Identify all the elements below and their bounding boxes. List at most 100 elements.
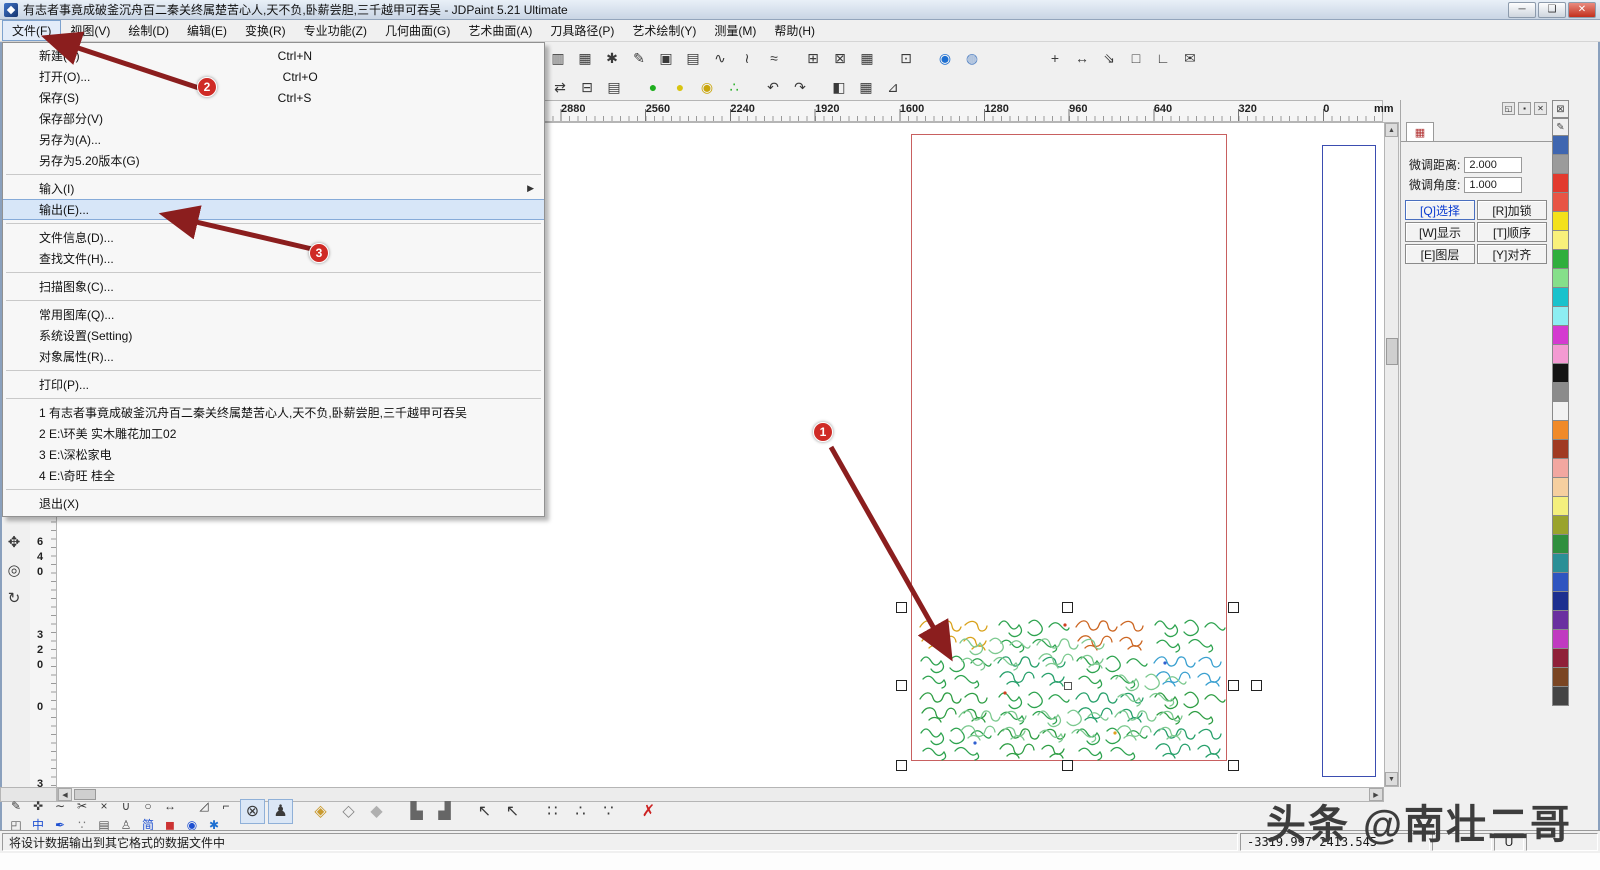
redo-view-icon[interactable]: ↷ (788, 75, 812, 99)
align-steps-left-icon[interactable]: ▙ (404, 799, 429, 824)
file-menu-object-properties[interactable]: 对象属性(R)... (3, 346, 544, 367)
measure-ruler-icon[interactable]: ⊿ (881, 75, 905, 99)
palette-color-swatch[interactable] (1552, 649, 1569, 668)
scroll-up-icon[interactable]: ▲ (1385, 123, 1398, 137)
file-menu-item[interactable] (6, 223, 541, 224)
palette-color-swatch[interactable] (1552, 630, 1569, 649)
palette-color-swatch[interactable] (1552, 611, 1569, 630)
palette-color-swatch[interactable] (1552, 136, 1569, 155)
file-menu-save-as[interactable]: 另存为(A)... (3, 129, 544, 150)
menubar-item-toolpath[interactable]: 刀具路径(P) (541, 20, 623, 41)
scissors-icon[interactable]: ✂ (72, 797, 92, 814)
diamond-outline-icon[interactable]: ◇ (336, 799, 361, 824)
file-menu-item[interactable] (6, 174, 541, 175)
pick-arrow-plus-icon[interactable]: ↖ (500, 799, 525, 824)
selection-handle[interactable] (1062, 760, 1073, 771)
wave-tool-icon[interactable]: ≈ (762, 46, 786, 70)
dock-pin-icon[interactable]: ▪ (1518, 102, 1531, 115)
reverse-curve-icon[interactable]: ↔ (160, 797, 180, 814)
overlay-cells-icon[interactable]: ⊡ (894, 46, 918, 70)
delete-red-icon[interactable]: ✗ (636, 799, 661, 824)
palette-color-swatch[interactable] (1552, 288, 1569, 307)
smooth-curve-icon[interactable]: ∼ (50, 797, 70, 814)
dock-close-icon[interactable]: ✕ (1534, 102, 1547, 115)
file-menu-print[interactable]: 打印(P)... (3, 374, 544, 395)
menubar-item-edit[interactable]: 编辑(E) (178, 20, 236, 41)
align-button[interactable]: [Y]对齐 (1477, 244, 1547, 264)
pick-arrow-icon[interactable]: ↖ (472, 799, 497, 824)
menubar-item-measure[interactable]: 测量(M) (705, 20, 765, 41)
spiral-tool-icon[interactable]: ≀ (735, 46, 759, 70)
mesh-grid-icon[interactable]: ▤ (681, 46, 705, 70)
file-menu-file-info[interactable]: 文件信息(D)... (3, 227, 544, 248)
snap-corner-icon[interactable]: ⇘ (1097, 46, 1121, 70)
file-menu-open[interactable]: 打开(O)... Ctrl+O (3, 66, 544, 87)
file-menu-item[interactable] (6, 300, 541, 301)
palette-color-swatch[interactable] (1552, 383, 1569, 402)
pattern-tool-icon[interactable]: ▥ (546, 46, 570, 70)
file-menu-save-as-520[interactable]: 另存为5.20版本(G) (3, 150, 544, 171)
angle-tool-icon[interactable]: ∟ (1151, 46, 1175, 70)
pan-tool-icon[interactable]: ✥ (2, 530, 26, 554)
file-menu-import[interactable]: 输入(I) ▶ (3, 178, 544, 199)
align-steps-right-icon[interactable]: ▟ (432, 799, 457, 824)
lock-button[interactable]: [R]加锁 (1477, 200, 1547, 220)
stroke-color-icon[interactable]: ✎ (1552, 118, 1569, 136)
palette-color-swatch[interactable] (1552, 307, 1569, 326)
file-menu-recent-1[interactable]: 1 有志者事竟成破釜沉舟百二秦关终属楚苦心人,天不负,卧薪尝胆,三千越甲可吞吴 (3, 402, 544, 423)
refresh-view-icon[interactable]: ↻ (2, 586, 26, 610)
mirror-tool-icon[interactable]: ◿ (194, 797, 214, 814)
menubar-item-help[interactable]: 帮助(H) (765, 20, 824, 41)
selection-handle[interactable] (1251, 680, 1262, 691)
menubar-item-art-draw[interactable]: 艺术绘制(Y) (623, 20, 705, 41)
blue-sphere-icon[interactable]: ◉ (933, 46, 957, 70)
break-node-icon[interactable]: × (94, 797, 114, 814)
join-curve-icon[interactable]: ∪ (116, 797, 136, 814)
palette-color-swatch[interactable] (1552, 193, 1569, 212)
layer-button[interactable]: [E]图层 (1405, 244, 1475, 264)
corner-tool-icon[interactable]: ⌐ (216, 797, 236, 814)
file-menu-clipart-library[interactable]: 常用图库(Q)... (3, 304, 544, 325)
palette-color-swatch[interactable] (1552, 516, 1569, 535)
file-menu-item[interactable] (6, 272, 541, 273)
selection-handle[interactable] (1228, 602, 1239, 613)
panel-tab-grid-icon[interactable]: ▦ (1406, 122, 1434, 141)
selection-handle[interactable] (1228, 760, 1239, 771)
palette-color-swatch[interactable] (1552, 402, 1569, 421)
node-edit-icon[interactable]: ✜ (28, 797, 48, 814)
render-ball-green-icon[interactable]: ● (641, 75, 665, 99)
close-curve-icon[interactable]: ○ (138, 797, 158, 814)
snap-mid-icon[interactable]: ∴ (568, 799, 593, 824)
art-path-icon[interactable]: ♟ (268, 798, 293, 824)
palette-color-swatch[interactable] (1552, 269, 1569, 288)
palette-color-swatch[interactable] (1552, 459, 1569, 478)
panel-view-icon[interactable]: ▣ (654, 46, 678, 70)
nudge-angle-input[interactable]: 1.000 (1464, 176, 1523, 193)
file-menu-save[interactable]: 保存(S) Ctrl+S (3, 87, 544, 108)
file-menu-system-settings[interactable]: 系统设置(Setting) (3, 325, 544, 346)
swap-axes-icon[interactable]: ⇄ (548, 75, 572, 99)
vertical-scrollbar[interactable]: ▲ ▼ (1384, 122, 1399, 787)
iso-cube-icon[interactable]: ◧ (827, 75, 851, 99)
file-menu-save-part[interactable]: 保存部分(V) (3, 108, 544, 129)
zoom-tool-icon[interactable]: ◎ (2, 558, 26, 582)
maximize-button[interactable]: ❑ (1538, 1, 1566, 18)
vertical-scroll-thumb[interactable] (1386, 338, 1398, 365)
copy-params-icon[interactable]: ⊟ (575, 75, 599, 99)
layout-panel-icon[interactable]: ▤ (602, 75, 626, 99)
selection-handle[interactable] (1228, 680, 1239, 691)
palette-color-swatch[interactable] (1552, 440, 1569, 459)
nudge-distance-input[interactable]: 2.000 (1464, 156, 1523, 173)
menubar-item-transform[interactable]: 变换(R) (236, 20, 295, 41)
weld-tool-icon[interactable]: ⊗ (240, 798, 265, 824)
palette-color-swatch[interactable] (1552, 231, 1569, 250)
display-button[interactable]: [W]显示 (1405, 222, 1475, 242)
pen-node-icon[interactable]: ✎ (6, 797, 26, 814)
file-menu-scan-image[interactable]: 扫描图象(C)... (3, 276, 544, 297)
render-ball-yellow-icon[interactable]: ● (668, 75, 692, 99)
order-button[interactable]: [T]顺序 (1477, 222, 1547, 242)
diamond-fill-icon[interactable]: ◆ (364, 799, 389, 824)
side-panel-rect[interactable] (1322, 145, 1376, 777)
close-button[interactable]: ✕ (1568, 1, 1596, 18)
multi-ball-icon[interactable]: ∴ (722, 75, 746, 99)
